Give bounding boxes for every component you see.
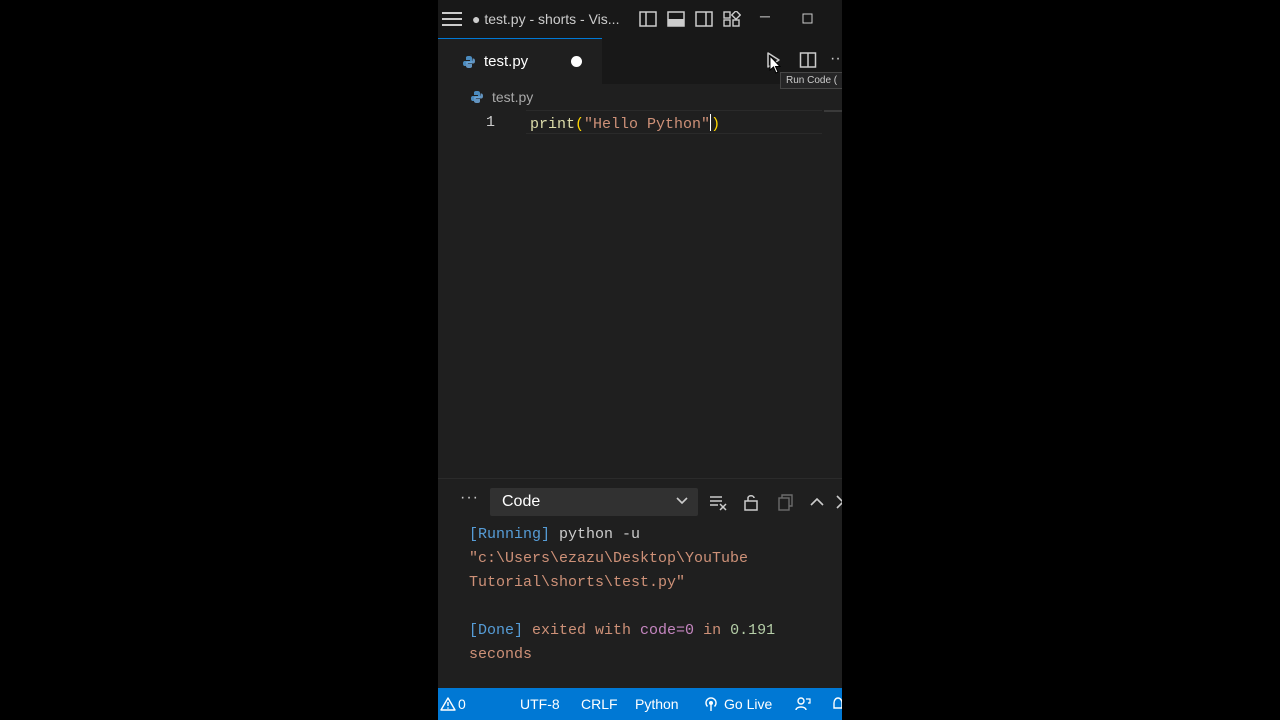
code-open-paren: ( xyxy=(575,116,585,133)
menu-icon[interactable] xyxy=(442,12,462,26)
running-tag: [Running] xyxy=(469,526,551,543)
eol-status[interactable]: CRLF xyxy=(581,696,618,712)
tab-test-py[interactable]: test.py xyxy=(438,38,602,84)
code-string: "Hello Python" xyxy=(584,116,711,133)
close-panel-icon[interactable] xyxy=(834,493,842,511)
python-file-icon xyxy=(471,91,483,103)
lock-icon[interactable] xyxy=(742,493,760,511)
output-path-line: Tutorial\shorts\test.py" xyxy=(469,574,686,591)
code-line[interactable]: print("Hello Python") xyxy=(530,114,720,133)
customize-layout-icon[interactable] xyxy=(723,11,741,27)
output-channel-dropdown[interactable]: Code xyxy=(490,488,698,516)
code-close-paren: ) xyxy=(711,116,721,133)
output-line: [Done] exited with code=0 in 0.191 xyxy=(469,619,829,643)
more-actions-icon[interactable]: ·· xyxy=(830,50,841,68)
go-live-button[interactable]: Go Live xyxy=(724,696,772,712)
breadcrumb-file[interactable]: test.py xyxy=(492,89,533,105)
minimap[interactable] xyxy=(824,110,842,112)
in-text: in xyxy=(694,622,731,639)
output-seconds: seconds xyxy=(469,646,533,663)
notifications-bell-icon[interactable] xyxy=(830,696,842,712)
broadcast-icon[interactable] xyxy=(703,696,719,712)
language-status[interactable]: Python xyxy=(635,696,679,712)
elapsed-time: 0.191 xyxy=(730,622,776,639)
copy-icon[interactable] xyxy=(776,493,794,511)
exit-code: code=0 xyxy=(640,622,695,639)
clear-output-icon[interactable] xyxy=(709,493,727,511)
chevron-up-icon[interactable] xyxy=(808,493,826,511)
warning-count[interactable]: 0 xyxy=(458,696,466,712)
line-number: 1 xyxy=(486,114,496,131)
minimize-icon[interactable]: ─ xyxy=(760,8,770,24)
editor-tab-bar: test.py ·· Run Code ( xyxy=(438,38,842,89)
window-title: ● test.py - shorts - Vis... xyxy=(472,11,620,27)
code-function: print xyxy=(530,116,576,133)
output-path-line: "c:\Users\ezazu\Desktop\YouTube xyxy=(469,550,749,567)
split-editor-icon[interactable] xyxy=(799,51,817,69)
maximize-icon[interactable] xyxy=(802,13,813,24)
exited-text: exited with xyxy=(523,622,641,639)
vscode-window: ● test.py - shorts - Vis... ─ test.py ··… xyxy=(438,0,842,720)
warning-icon[interactable] xyxy=(440,696,456,712)
title-bar: ● test.py - shorts - Vis... ─ xyxy=(438,0,842,38)
output-text: [Running] python -u "c:\Users\ezazu\Desk… xyxy=(469,523,829,667)
toggle-panel-icon[interactable] xyxy=(667,11,685,27)
code-editor[interactable]: 1 print("Hello Python") xyxy=(438,110,842,476)
run-code-tooltip: Run Code ( xyxy=(780,72,842,89)
output-blank-line xyxy=(469,595,829,619)
done-tag: [Done] xyxy=(469,622,524,639)
python-file-icon xyxy=(463,56,475,68)
tab-label: test.py xyxy=(484,53,529,70)
feedback-icon[interactable] xyxy=(795,696,811,712)
output-channel-label: Code xyxy=(502,493,541,510)
toggle-primary-sidebar-icon[interactable] xyxy=(639,11,657,27)
toggle-secondary-sidebar-icon[interactable] xyxy=(695,11,713,27)
chevron-down-icon xyxy=(676,497,688,505)
running-command: python -u xyxy=(550,526,641,543)
output-panel: ··· Code [Running] python -u "c:\Users\e… xyxy=(438,478,842,689)
encoding-status[interactable]: UTF-8 xyxy=(520,696,560,712)
status-bar: 0 UTF-8 CRLF Python Go Live xyxy=(438,688,842,720)
panel-more-icon[interactable]: ··· xyxy=(460,489,479,507)
unsaved-dot-icon[interactable] xyxy=(571,56,582,67)
output-line: [Running] python -u xyxy=(469,523,829,547)
